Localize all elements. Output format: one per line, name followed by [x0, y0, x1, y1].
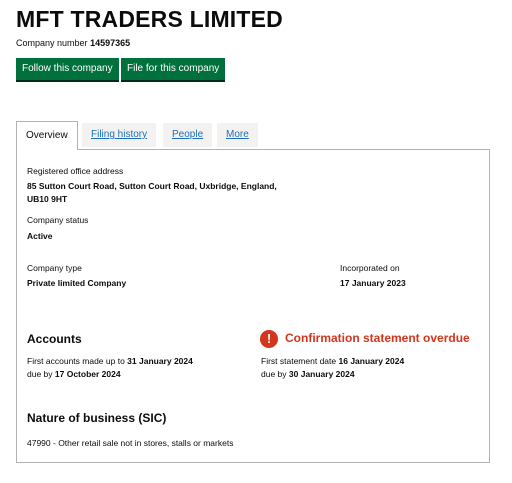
- confirmation-due-prefix: due by: [261, 369, 287, 379]
- follow-company-button[interactable]: Follow this company: [16, 58, 119, 80]
- confirmation-statement-date: First statement date 16 January 2024: [261, 355, 404, 368]
- registered-address-line2: UB10 9HT: [27, 194, 68, 204]
- sic-code-item: 47990 - Other retail sale not in stores,…: [27, 438, 234, 448]
- file-for-company-button[interactable]: File for this company: [121, 58, 226, 80]
- company-name: MFT TRADERS LIMITED: [16, 6, 283, 32]
- company-status-label: Company status: [27, 215, 89, 225]
- tab-more[interactable]: More: [217, 123, 258, 147]
- tab-people[interactable]: People: [163, 123, 213, 147]
- incorporated-value: 17 January 2023: [340, 278, 406, 288]
- confirmation-date-prefix: First statement date: [261, 356, 337, 366]
- accounts-due-prefix: due by: [27, 369, 53, 379]
- warning-icon: !: [260, 330, 278, 348]
- accounts-made-up-prefix: First accounts made up to: [27, 356, 125, 366]
- company-status-value: Active: [27, 231, 53, 241]
- tab-filing-history[interactable]: Filing history: [82, 123, 157, 147]
- accounts-due: due by 17 October 2024: [27, 368, 121, 381]
- confirmation-date-value: 16 January 2024: [338, 356, 405, 366]
- accounts-heading: Accounts: [27, 332, 82, 346]
- accounts-made-up-date: 31 January 2024: [127, 356, 193, 366]
- incorporated-label: Incorporated on: [340, 263, 400, 273]
- registered-address-line1: 85 Sutton Court Road, Sutton Court Road,…: [27, 181, 277, 191]
- nature-of-business-heading: Nature of business (SIC): [27, 411, 167, 425]
- confirmation-overdue-heading: Confirmation statement overdue: [285, 331, 470, 345]
- company-type-label: Company type: [27, 263, 82, 273]
- confirmation-due-date: 30 January 2024: [288, 369, 355, 379]
- company-type-value: Private limited Company: [27, 278, 127, 288]
- company-number: Company number 14597365: [16, 38, 130, 48]
- accounts-made-up: First accounts made up to 31 January 202…: [27, 355, 193, 368]
- tab-overview[interactable]: Overview: [16, 121, 78, 150]
- registered-address-label: Registered office address: [27, 166, 124, 176]
- company-number-value: 14597365: [90, 38, 131, 48]
- accounts-due-date: 17 October 2024: [54, 369, 121, 379]
- company-number-label: Company number: [16, 38, 88, 48]
- confirmation-due: due by 30 January 2024: [261, 368, 355, 381]
